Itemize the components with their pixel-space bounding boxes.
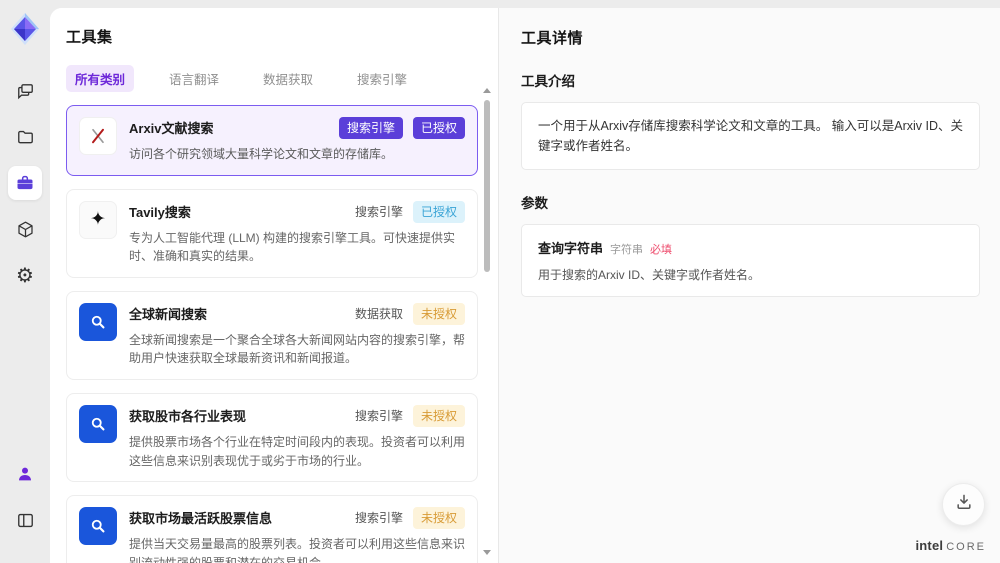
sidebar-item-files[interactable] xyxy=(8,120,42,154)
left-icon-rail: ⚙ xyxy=(0,0,50,563)
tool-card-tavily[interactable]: ✦ Tavily搜索 搜索引擎 已授权 专为人工智能代理 (LLM) 构建的搜索… xyxy=(66,188,478,278)
status-badge: 未授权 xyxy=(412,404,465,427)
detail-title: 工具详情 xyxy=(521,30,584,47)
core-wordmark: CORE xyxy=(946,541,986,553)
status-badge: 未授权 xyxy=(412,507,465,530)
tool-card-global-news[interactable]: 全球新闻搜索 数据获取 未授权 全球新闻搜索是一个聚合全球各大新闻网站内容的搜索… xyxy=(66,290,478,380)
tab-all-categories[interactable]: 所有类别 xyxy=(66,65,135,92)
tool-title: 获取市场最活跃股票信息 xyxy=(129,511,273,527)
sidebar-item-account[interactable] xyxy=(8,457,42,491)
param-type: 字符串 xyxy=(610,244,644,256)
category-badge: 搜索引擎 xyxy=(354,408,403,423)
status-badge: 未授权 xyxy=(412,302,465,325)
tool-description: 提供当天交易量最高的股票列表。投资者可以利用这些信息来识别流动性强的股票和潜在的… xyxy=(129,537,466,563)
scroll-up-icon[interactable] xyxy=(483,88,491,93)
tool-card-sector-performance[interactable]: 获取股市各行业表现 搜索引擎 未授权 提供股票市场各个行业在特定时间段内的表现。… xyxy=(66,392,478,483)
tool-title: 全球新闻搜索 xyxy=(129,306,208,322)
sidebar-item-collapse[interactable] xyxy=(8,503,42,537)
tab-search-engine[interactable]: 搜索引擎 xyxy=(348,65,416,92)
four-point-star-icon: ✦ xyxy=(79,200,117,239)
param-name: 查询字符串 xyxy=(538,241,604,256)
tool-card-most-active-stocks[interactable]: 获取市场最活跃股票信息 搜索引擎 未授权 提供当天交易量最高的股票列表。投资者可… xyxy=(66,495,478,563)
tool-list-pane: 工具集 所有类别 语言翻译 数据获取 搜索引擎 Arxiv文献搜索 搜索引擎 已… xyxy=(50,8,498,563)
search-app-icon xyxy=(79,404,117,443)
param-box: 查询字符串 字符串 必填 用于搜索的Arxiv ID、关键字或作者姓名。 xyxy=(521,224,980,297)
download-icon xyxy=(954,492,974,517)
user-icon xyxy=(16,465,34,483)
category-badge: 搜索引擎 xyxy=(354,511,403,526)
param-description: 用于搜索的Arxiv ID、关键字或作者姓名。 xyxy=(538,268,761,282)
briefcase-icon xyxy=(15,173,35,193)
intel-core-logo: intel CORE xyxy=(915,538,986,553)
scroll-down-icon[interactable] xyxy=(483,550,491,555)
category-badge: 数据获取 xyxy=(354,306,403,321)
arxiv-logo-icon xyxy=(79,117,117,155)
tool-detail-pane: 工具详情 工具介绍 一个用于从Arxiv存储库搜索科学论文和文章的工具。 输入可… xyxy=(499,8,1000,563)
gear-icon: ⚙ xyxy=(16,263,34,287)
category-badge: 搜索引擎 xyxy=(338,117,403,139)
list-scrollbar[interactable] xyxy=(483,88,491,555)
category-badge: 搜索引擎 xyxy=(354,204,403,219)
tool-title: Arxiv文献搜索 xyxy=(129,121,214,136)
param-required-flag: 必填 xyxy=(650,244,673,256)
app-logo-icon xyxy=(11,13,39,45)
params-heading: 参数 xyxy=(521,196,548,211)
tab-data-fetch[interactable]: 数据获取 xyxy=(254,65,322,92)
status-badge: 已授权 xyxy=(412,200,465,223)
chat-icon xyxy=(16,82,35,101)
sidebar-item-settings[interactable]: ⚙ xyxy=(8,258,42,292)
intel-wordmark: intel xyxy=(915,538,944,553)
tool-title: Tavily搜索 xyxy=(129,204,191,220)
category-tabs: 所有类别 语言翻译 数据获取 搜索引擎 xyxy=(66,65,498,92)
tool-card-list: Arxiv文献搜索 搜索引擎 已授权 访问各个研究领域大量科学论文和文章的存储库… xyxy=(66,105,478,563)
download-button[interactable] xyxy=(942,483,985,526)
tool-description: 专为人工智能代理 (LLM) 构建的搜索引擎工具。可快速提供实时、准确和真实的结… xyxy=(129,230,456,264)
tool-description: 提供股票市场各个行业在特定时间段内的表现。投资者可以利用这些信息来识别表现优于或… xyxy=(129,434,466,468)
app-window: ⚙ 工具集 所有类别 语言翻译 数据获取 搜索引擎 Arxiv文献搜索 搜索引擎… xyxy=(0,0,1000,563)
page-title: 工具集 xyxy=(66,29,113,46)
intro-heading: 工具介绍 xyxy=(521,74,575,89)
search-app-icon xyxy=(79,302,117,341)
tool-description: 访问各个研究领域大量科学论文和文章的存储库。 xyxy=(129,147,394,161)
tool-title: 获取股市各行业表现 xyxy=(129,408,247,424)
sidebar-item-packages[interactable] xyxy=(8,212,42,246)
main-panel: 工具集 所有类别 语言翻译 数据获取 搜索引擎 Arxiv文献搜索 搜索引擎 已… xyxy=(50,8,1000,563)
tool-description: 全球新闻搜索是一个聚合全球各大新闻网站内容的搜索引擎，帮助用户快速获取全球最新资… xyxy=(129,332,466,366)
search-app-icon xyxy=(79,507,117,546)
sidebar-item-tools[interactable] xyxy=(8,166,42,200)
sidebar-item-chat[interactable] xyxy=(8,74,42,108)
folder-icon xyxy=(16,128,35,147)
status-badge: 已授权 xyxy=(412,117,465,139)
panels-icon xyxy=(16,511,35,530)
intro-box: 一个用于从Arxiv存储库搜索科学论文和文章的工具。 输入可以是Arxiv ID… xyxy=(521,102,980,170)
tool-card-arxiv[interactable]: Arxiv文献搜索 搜索引擎 已授权 访问各个研究领域大量科学论文和文章的存储库… xyxy=(66,105,478,176)
scrollbar-thumb[interactable] xyxy=(484,100,490,272)
tab-language-translation[interactable]: 语言翻译 xyxy=(160,65,228,92)
cube-icon xyxy=(16,220,35,239)
